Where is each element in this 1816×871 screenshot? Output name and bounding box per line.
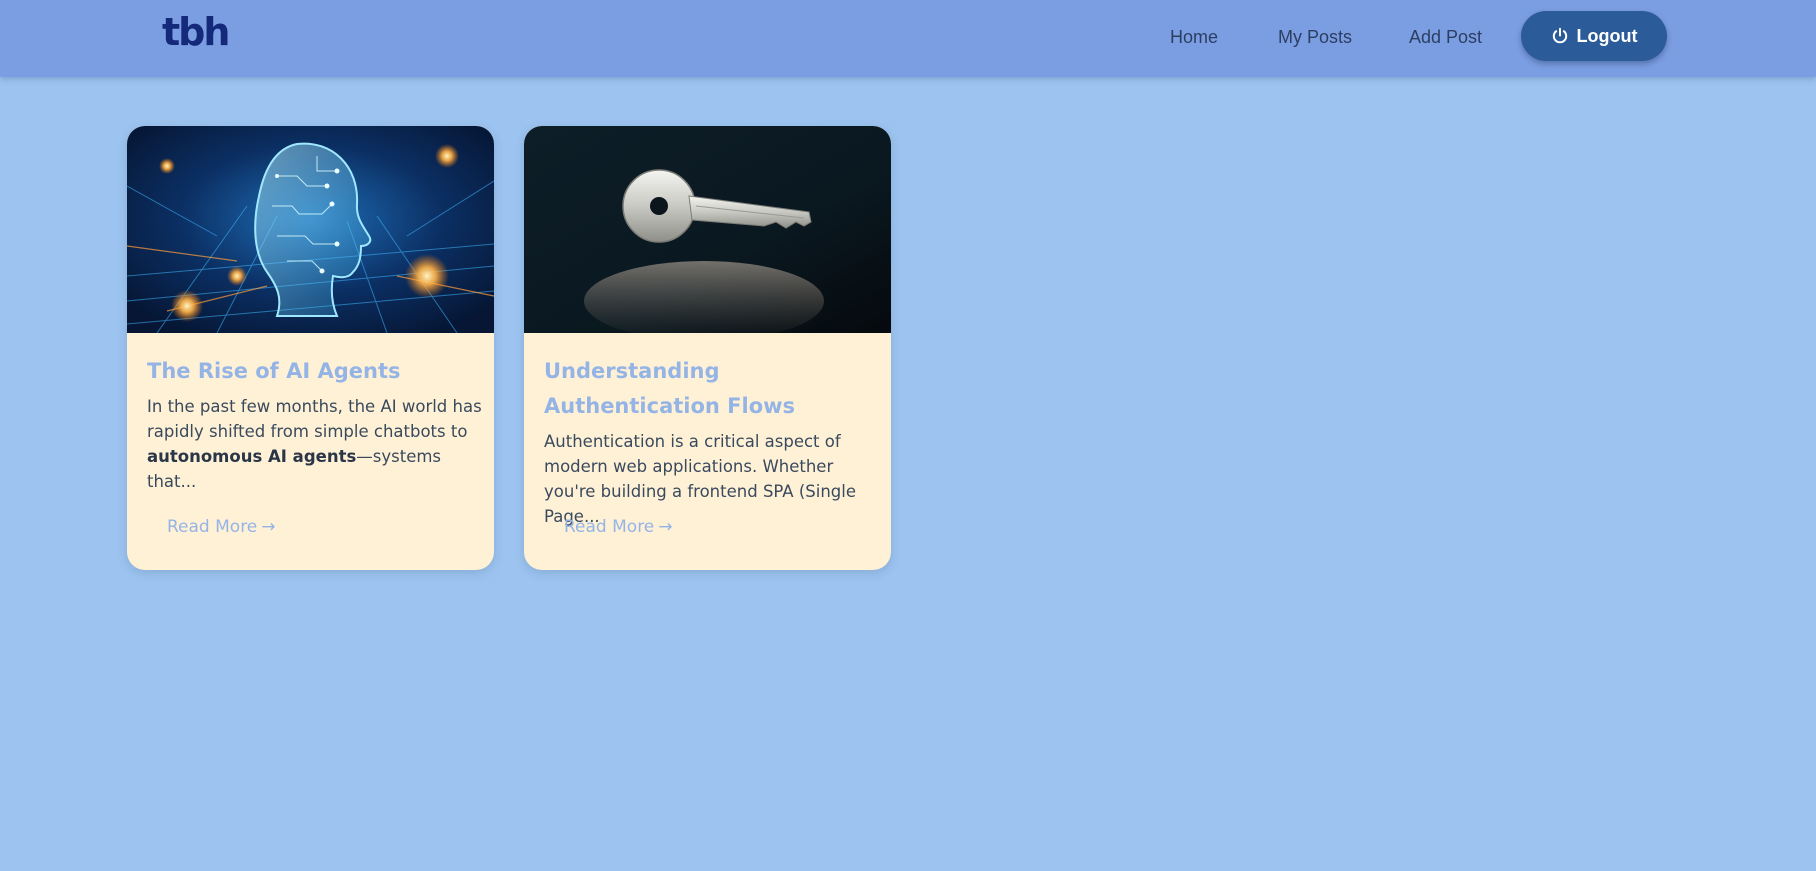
key-image[interactable]	[524, 126, 891, 333]
read-more-link[interactable]: Read More →	[167, 517, 276, 537]
post-title[interactable]: The Rise of AI Agents	[147, 354, 482, 389]
brand-logo[interactable]: tbh	[162, 10, 230, 54]
nav-my-posts-link[interactable]: My Posts	[1278, 27, 1352, 48]
post-card[interactable]: Understanding Authentication Flows Authe…	[524, 126, 891, 570]
logout-button[interactable]: Logout	[1521, 11, 1667, 61]
power-icon	[1551, 27, 1569, 45]
post-title[interactable]: Understanding Authentication Flows	[544, 354, 879, 424]
ai-head-circuit-image[interactable]	[127, 126, 494, 333]
logout-label: Logout	[1576, 25, 1638, 46]
post-excerpt: In the past few months, the AI world has…	[147, 394, 482, 494]
read-more-label: Read More	[167, 517, 258, 537]
read-more-label: Read More	[564, 517, 655, 537]
read-more-link[interactable]: Read More →	[564, 517, 673, 537]
arrow-right-icon: →	[261, 517, 276, 537]
nav-add-post-link[interactable]: Add Post	[1409, 27, 1482, 48]
excerpt-text: In the past few months, the AI world has…	[147, 397, 482, 441]
post-card[interactable]: The Rise of AI Agents In the past few mo…	[127, 126, 494, 570]
excerpt-bold-text: autonomous AI agents	[147, 447, 357, 466]
arrow-right-icon: →	[658, 517, 673, 537]
post-excerpt: Authentication is a critical aspect of m…	[544, 432, 857, 526]
nav-home-link[interactable]: Home	[1170, 27, 1218, 48]
navbar: tbh Home My Posts Add Post Logout	[0, 0, 1816, 77]
